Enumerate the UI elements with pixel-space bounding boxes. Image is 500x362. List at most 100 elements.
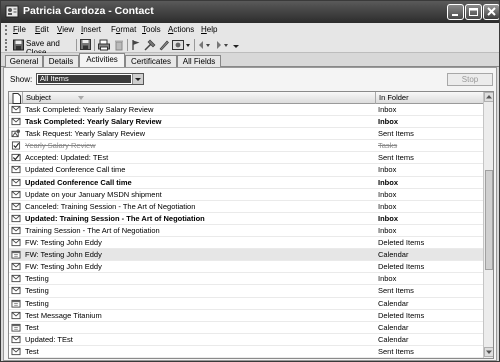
mail-icon xyxy=(11,335,21,343)
flag-icon[interactable] xyxy=(131,39,141,51)
calendar-icon xyxy=(11,251,21,259)
close-icon xyxy=(487,7,496,16)
item-folder: Sent Items xyxy=(378,153,414,163)
accepted-icon xyxy=(11,154,21,162)
menu-edit[interactable]: Edit xyxy=(35,25,49,34)
dropdown-button[interactable] xyxy=(132,74,143,84)
tab-general-label: General xyxy=(9,57,39,66)
list-header: Subject In Folder xyxy=(9,92,483,104)
tab-all-fields[interactable]: All Fields xyxy=(177,55,221,67)
activities-panel: Show: All Items Stop Subject In Folder T… xyxy=(3,67,497,361)
delete-icon[interactable] xyxy=(114,39,124,51)
save-icon[interactable] xyxy=(80,39,91,51)
minimize-button[interactable] xyxy=(447,4,464,20)
options-icon[interactable] xyxy=(172,39,192,51)
tab-details-label: Details xyxy=(48,57,74,66)
list-item[interactable]: Task Completed: Yearly Salary Review Inbo… xyxy=(9,116,483,129)
list-item[interactable]: Accepted: Updated: TEst Sent Items xyxy=(9,152,483,165)
item-subject: Updated Conference Call time xyxy=(25,177,132,187)
item-folder: Calendar xyxy=(378,322,409,332)
menu-help[interactable]: Help xyxy=(201,25,217,34)
menu-actions-rest: ctions xyxy=(173,25,195,34)
list-item[interactable]: Updated: TEst Calendar xyxy=(9,334,483,346)
subject-column-label: Subject xyxy=(26,93,52,102)
save-and-close-button[interactable]: Save and Close xyxy=(12,38,74,57)
menu-tools[interactable]: Tools xyxy=(142,25,161,34)
list-item[interactable]: Testing Inbox xyxy=(9,273,483,286)
previous-icon[interactable] xyxy=(197,39,211,51)
vertical-scrollbar[interactable] xyxy=(483,92,493,358)
title-bar[interactable]: Patricia Cardoza - Contact xyxy=(1,1,499,23)
list-item[interactable]: FW: Testing John Eddy Deleted Items xyxy=(9,237,483,250)
list-item[interactable]: Test Sent Items xyxy=(9,346,483,358)
list-item[interactable]: Task Completed: Yearly Salary Review Inbo… xyxy=(9,104,483,117)
item-type-column-header[interactable] xyxy=(9,92,23,104)
item-folder: Deleted Items xyxy=(378,238,425,248)
toolbar-separator xyxy=(194,39,195,51)
toolbar-options-icon[interactable] xyxy=(232,39,240,51)
next-icon[interactable] xyxy=(215,39,229,51)
item-subject: FW: Testing John Eddy xyxy=(25,250,102,260)
scrollbar-thumb[interactable] xyxy=(485,170,493,270)
list-item[interactable]: Test Message Titanium Deleted Items xyxy=(9,310,483,322)
menu-insert-rest: nsert xyxy=(83,25,102,34)
standard-toolbar: Save and Close xyxy=(1,37,499,57)
menu-file[interactable]: File xyxy=(13,25,26,34)
scroll-up-button[interactable] xyxy=(484,92,493,102)
item-folder: Sent Items xyxy=(378,346,414,356)
mail-icon xyxy=(11,214,21,222)
list-item[interactable]: Testing Calendar xyxy=(9,298,483,310)
menu-format[interactable]: Format xyxy=(111,25,136,34)
maximize-button[interactable] xyxy=(465,4,482,20)
subject-column-header[interactable]: Subject xyxy=(23,92,376,104)
list-item[interactable]: Task Request: Yearly Salary Review Sent I… xyxy=(9,128,483,141)
list-item[interactable]: Canceled: Training Session - The Art of … xyxy=(9,201,483,213)
list-item[interactable]: Updated Conference Call time Inbox xyxy=(9,177,483,189)
item-folder: Deleted Items xyxy=(378,262,425,272)
mail-icon xyxy=(11,347,21,355)
show-dropdown[interactable]: All Items xyxy=(36,73,144,85)
toolbar-separator xyxy=(76,39,77,51)
menu-insert[interactable]: Insert xyxy=(81,25,101,34)
close-button[interactable] xyxy=(483,4,499,20)
tab-activities[interactable]: Activities xyxy=(79,53,125,68)
tab-certificates[interactable]: Certificates xyxy=(125,55,177,67)
item-subject: Training Session - The Art of Negotiatio… xyxy=(25,225,160,235)
list-item[interactable]: FW: Testing John Eddy Calendar xyxy=(9,249,483,262)
scroll-down-button[interactable] xyxy=(484,347,493,357)
item-subject: Testing xyxy=(25,298,49,308)
stop-button[interactable]: Stop xyxy=(447,73,493,86)
toolbar-separator xyxy=(94,39,95,51)
menu-tools-rest: ools xyxy=(146,25,161,34)
list-item[interactable]: Test Calendar xyxy=(9,322,483,334)
tab-strip: General Details Activities Certificates … xyxy=(1,53,499,68)
item-folder: Calendar xyxy=(378,334,409,344)
list-item[interactable]: Yearly Salary Review Tasks xyxy=(9,140,483,153)
item-folder: Inbox xyxy=(378,274,397,284)
list-item[interactable]: Testing Sent Items xyxy=(9,285,483,298)
menu-actions[interactable]: Actions xyxy=(168,25,194,34)
calendar-icon xyxy=(11,323,21,332)
folder-column-header[interactable]: In Folder xyxy=(376,92,483,104)
menu-view[interactable]: View xyxy=(57,25,74,34)
tab-details[interactable]: Details xyxy=(43,55,79,67)
print-icon[interactable] xyxy=(98,39,110,51)
toolbar-grip[interactable] xyxy=(5,39,8,51)
mail-icon xyxy=(11,238,21,247)
list-item[interactable]: Training Session - The Art of Negotiatio… xyxy=(9,225,483,238)
item-subject: Test Message Titanium xyxy=(25,310,102,320)
pen-icon[interactable] xyxy=(158,39,170,51)
list-item[interactable]: Updated Conference Call time Inbox xyxy=(9,164,483,177)
categorize-icon[interactable] xyxy=(144,39,156,51)
minimize-icon xyxy=(452,14,458,16)
tab-general[interactable]: General xyxy=(5,55,43,67)
item-subject: Task Completed: Yearly Salary Review xyxy=(25,117,162,127)
item-subject: Update on your January MSDN shipment xyxy=(25,189,162,199)
maximize-icon xyxy=(469,8,478,16)
list-item[interactable]: Updated: Training Session - The Art of N… xyxy=(9,213,483,225)
item-folder: Tasks xyxy=(378,141,398,151)
item-folder: Deleted Items xyxy=(378,310,425,320)
list-item[interactable]: Update on your January MSDN shipment Inbo… xyxy=(9,189,483,201)
list-item[interactable]: FW: Testing John Eddy Deleted Items xyxy=(9,261,483,274)
menu-grip[interactable] xyxy=(5,25,8,35)
